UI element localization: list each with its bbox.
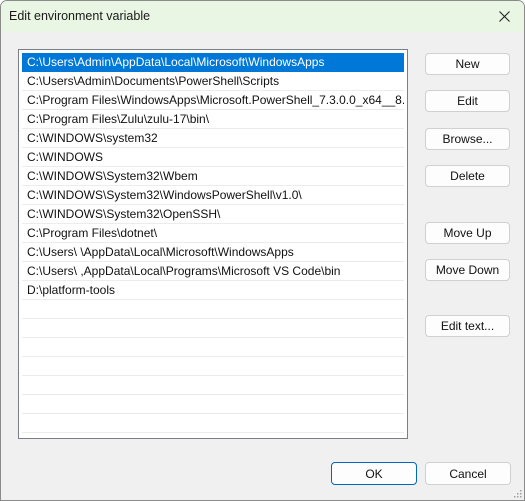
ok-button[interactable]: OK: [331, 462, 417, 485]
path-list-item[interactable]: C:\WINDOWS\system32: [22, 129, 404, 148]
edit-environment-variable-dialog: Edit environment variable C:\Users\Admin…: [0, 0, 525, 501]
path-list-item[interactable]: C:\Program Files\dotnet\: [22, 224, 404, 243]
window-title: Edit environment variable: [9, 9, 151, 23]
path-list-item[interactable]: C:\Users\ ,AppData\Local\Programs\Micros…: [22, 262, 404, 281]
path-list-item[interactable]: C:\WINDOWS: [22, 148, 404, 167]
edit-text-button[interactable]: Edit text...: [425, 315, 510, 337]
path-list-item[interactable]: C:\Users\ \AppData\Local\Microsoft\Windo…: [22, 243, 404, 262]
empty-list-row[interactable]: [22, 338, 404, 357]
path-list-item[interactable]: C:\WINDOWS\System32\WindowsPowerShell\v1…: [22, 186, 404, 205]
empty-list-row[interactable]: [22, 357, 404, 376]
new-button[interactable]: New: [425, 53, 510, 75]
path-list-item[interactable]: C:\Users\Admin\AppData\Local\Microsoft\W…: [22, 53, 404, 72]
path-list-item[interactable]: C:\WINDOWS\System32\OpenSSH\: [22, 205, 404, 224]
edit-button[interactable]: Edit: [425, 90, 510, 112]
path-list-item[interactable]: C:\Program Files\WindowsApps\Microsoft.P…: [22, 91, 404, 110]
empty-list-row[interactable]: [22, 319, 404, 338]
cancel-button[interactable]: Cancel: [425, 462, 511, 485]
path-list-item[interactable]: C:\Program Files\Zulu\zulu-17\bin\: [22, 110, 404, 129]
path-list-item[interactable]: C:\WINDOWS\System32\Wbem: [22, 167, 404, 186]
resize-grip-icon[interactable]: [512, 488, 522, 498]
browse-button[interactable]: Browse...: [425, 128, 510, 150]
path-list[interactable]: C:\Users\Admin\AppData\Local\Microsoft\W…: [18, 49, 408, 439]
move-up-button[interactable]: Move Up: [425, 222, 510, 244]
empty-list-row[interactable]: [22, 376, 404, 395]
close-button[interactable]: [484, 1, 524, 32]
path-list-item[interactable]: D:\platform-tools: [22, 281, 404, 300]
path-list-item[interactable]: C:\Users\Admin\Documents\PowerShell\Scri…: [22, 72, 404, 91]
delete-button[interactable]: Delete: [425, 165, 510, 187]
move-down-button[interactable]: Move Down: [425, 259, 510, 281]
empty-list-row[interactable]: [22, 300, 404, 319]
title-bar: Edit environment variable: [1, 1, 524, 32]
close-icon: [498, 11, 510, 22]
empty-list-row[interactable]: [22, 414, 404, 433]
empty-list-row[interactable]: [22, 395, 404, 414]
